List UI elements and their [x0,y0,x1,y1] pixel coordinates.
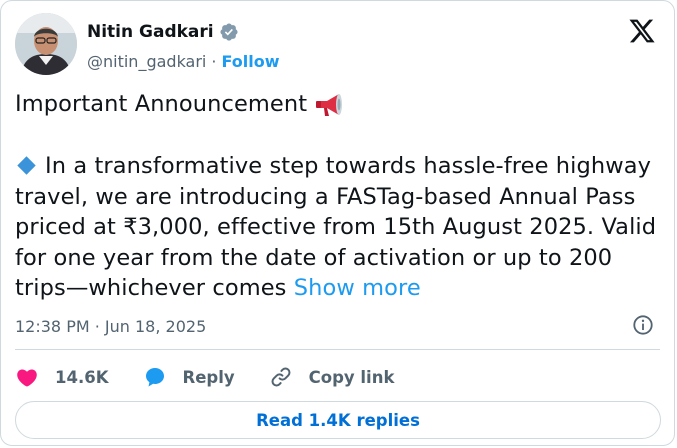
tweet-text: Important Announcement In a transformati… [15,89,665,304]
like-button[interactable]: 14.6K [15,365,109,389]
tweet-header: Nitin Gadkari @nitin_gadkari · Follow [15,13,665,75]
user-name[interactable]: Nitin Gadkari [87,22,214,42]
avatar[interactable] [15,13,77,75]
tweet-heading: Important Announcement [15,91,308,118]
user-info: Nitin Gadkari @nitin_gadkari · Follow [87,21,279,72]
info-icon[interactable] [632,314,654,336]
copy-link-button[interactable]: Copy link [269,365,395,389]
verified-badge-icon[interactable] [219,22,239,42]
copy-link-label: Copy link [308,367,395,387]
reply-bubble-icon [145,368,164,387]
tweet-timestamp[interactable]: 12:38 PM · Jun 18, 2025 [15,315,206,337]
reply-button[interactable]: Reply [143,365,235,389]
megaphone-icon [316,93,343,116]
divider [15,349,660,350]
follow-button[interactable]: Follow [221,52,279,71]
reply-label: Reply [182,367,235,387]
like-count: 14.6K [55,367,109,387]
show-more-link[interactable]: Show more [294,275,421,301]
tweet-card: Nitin Gadkari @nitin_gadkari · Follow Im… [0,0,675,446]
link-icon [271,367,291,387]
blue-diamond-icon [17,155,36,175]
x-logo-icon[interactable] [627,17,657,45]
action-bar: 14.6K Reply Copy link [15,363,394,391]
user-handle[interactable]: @nitin_gadkari [87,52,206,71]
read-replies-button[interactable]: Read 1.4K replies [15,401,661,439]
avatar-image [15,13,77,75]
heart-icon [17,369,37,387]
handle-separator: · [211,51,217,71]
